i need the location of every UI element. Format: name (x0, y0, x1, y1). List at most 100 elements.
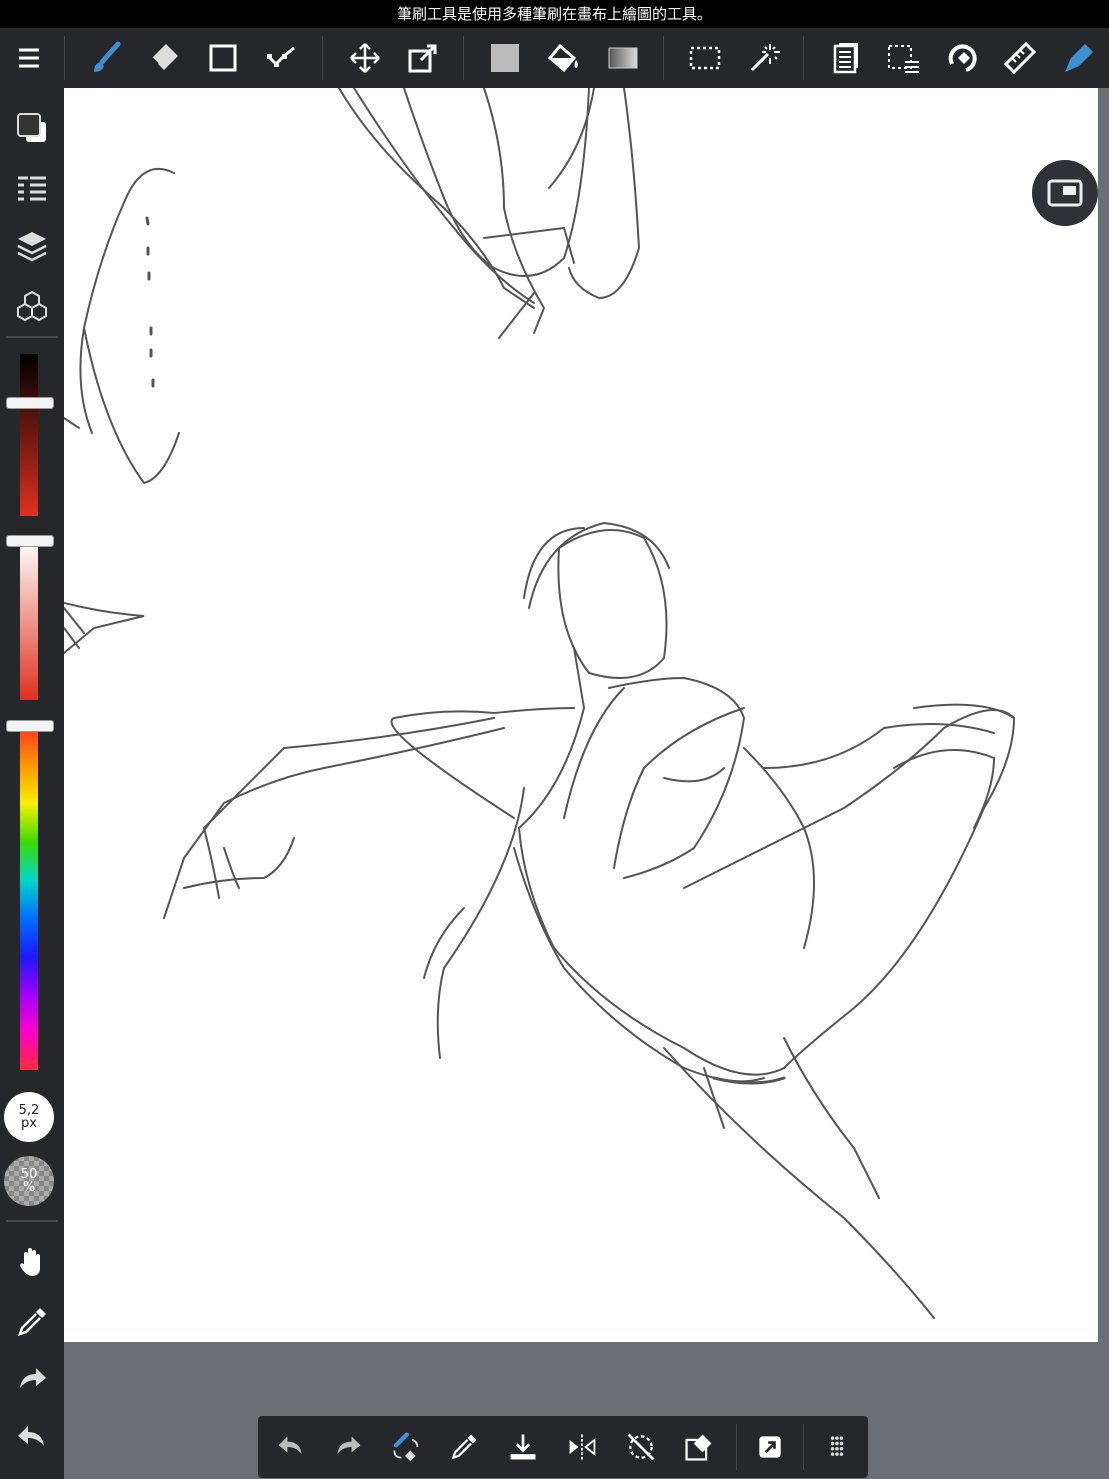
layers-icon (17, 232, 47, 262)
select-layer-button[interactable] (877, 28, 929, 88)
brush-size-unit: px (21, 1116, 37, 1131)
sketch-top-figure (338, 88, 641, 339)
window-icon (1047, 179, 1083, 207)
ruler-icon (1003, 41, 1037, 75)
gradient-tool-button[interactable] (597, 28, 649, 88)
share-button[interactable] (745, 1422, 795, 1472)
hue-slider-knob[interactable] (6, 720, 54, 732)
toolbar-divider (463, 36, 464, 80)
menu-icon (19, 48, 39, 68)
undo-icon (278, 1436, 302, 1455)
menu-button[interactable] (3, 28, 55, 88)
brush-opacity-unit: % (22, 1180, 36, 1195)
fill-color-icon (491, 44, 519, 72)
hand-tool-button[interactable] (6, 1236, 58, 1288)
lasso-fill-icon (948, 44, 977, 72)
brush-eraser-toggle-icon (393, 1432, 419, 1462)
move-tool-button[interactable] (339, 28, 391, 88)
hint-bar: 筆刷工具是使用多種筆刷在畫布上繪圖的工具。 (0, 0, 1109, 28)
redo-side-button[interactable] (6, 1354, 58, 1406)
select-tool-button[interactable] (679, 28, 731, 88)
color-swatch-icon (17, 113, 46, 142)
pen-icon (1065, 44, 1093, 72)
undo-button[interactable] (266, 1422, 316, 1472)
flip-icon (569, 1434, 596, 1460)
saturation-slider[interactable] (20, 540, 38, 700)
undo-side-button[interactable] (6, 1412, 58, 1464)
flip-canvas-button[interactable] (557, 1422, 607, 1472)
select-icon (689, 46, 721, 70)
layers-button[interactable] (6, 220, 58, 272)
toolbar-divider (64, 36, 65, 80)
transform-tool-button[interactable] (397, 28, 449, 88)
sidebar-divider (6, 1220, 58, 1222)
left-sidebar: 5,2 px 50 % (0, 88, 64, 1479)
materials-button[interactable] (6, 280, 58, 332)
clear-layer-button[interactable] (674, 1422, 724, 1472)
sketch-drawing (64, 88, 1016, 1319)
sketch-main-figure (163, 521, 1016, 1319)
hue-slider[interactable] (20, 728, 38, 1070)
save-button[interactable] (498, 1422, 548, 1472)
eraser-box-icon (685, 1434, 712, 1461)
redo-button[interactable] (323, 1422, 373, 1472)
toolbar-divider (803, 36, 804, 80)
eyedropper-bottom-button[interactable] (439, 1422, 489, 1472)
brush-tool-button[interactable] (80, 28, 132, 88)
bottom-divider (736, 1424, 737, 1470)
dots-grid-icon (830, 1436, 844, 1456)
sidebar-divider (6, 336, 58, 338)
fill-color-button[interactable] (479, 28, 531, 88)
ruler-tool-button[interactable] (994, 28, 1046, 88)
bucket-tool-button[interactable] (538, 28, 590, 88)
bucket-icon (547, 43, 578, 73)
saturation-slider-knob[interactable] (6, 535, 54, 547)
rotate-off-icon (627, 1433, 655, 1461)
gradient-icon (608, 47, 638, 69)
move-icon (350, 43, 380, 73)
layer-doc-button[interactable] (819, 28, 871, 88)
fullscreen-button[interactable] (1032, 160, 1098, 226)
eyedropper-button[interactable] (6, 1296, 58, 1348)
brush-opacity-button[interactable]: 50 % (4, 1156, 54, 1206)
hand-icon (20, 1248, 40, 1276)
dot-tool-button[interactable] (256, 28, 308, 88)
select-layer-icon (888, 45, 919, 73)
top-toolbar (0, 28, 1109, 88)
bottom-toolbar (258, 1416, 868, 1478)
shape-icon (209, 44, 237, 72)
drawing-canvas[interactable] (64, 88, 1098, 1342)
brush-eraser-toggle-button[interactable] (380, 1422, 430, 1472)
sketch-speech-shape (64, 168, 180, 654)
list-icon (18, 176, 46, 201)
brush-size-button[interactable]: 5,2 px (4, 1092, 54, 1142)
bottom-divider (803, 1424, 804, 1470)
cubes-icon (17, 290, 47, 322)
dot-icon (266, 46, 295, 67)
undo-icon (18, 1426, 44, 1446)
lasso-fill-button[interactable] (936, 28, 988, 88)
toolbar-divider (322, 36, 323, 80)
brush-list-button[interactable] (6, 162, 58, 214)
share-icon (759, 1436, 781, 1458)
eyedropper-icon (18, 1308, 46, 1336)
shape-tool-button[interactable] (197, 28, 249, 88)
eraser-tool-button[interactable] (138, 28, 190, 88)
color-swatch-button[interactable] (6, 102, 58, 154)
eraser-icon (151, 44, 178, 70)
eyedropper-icon (451, 1434, 477, 1460)
layers-doc-icon (833, 43, 858, 74)
magic-wand-button[interactable] (738, 28, 790, 88)
hint-text: 筆刷工具是使用多種筆刷在畫布上繪圖的工具。 (396, 5, 712, 23)
brightness-slider-knob[interactable] (6, 397, 54, 409)
brush-icon (94, 41, 121, 72)
rotate-reset-button[interactable] (616, 1422, 666, 1472)
redo-icon (20, 1368, 46, 1388)
toolbar-divider (663, 36, 664, 80)
download-icon (510, 1434, 536, 1460)
pen-tool-button[interactable] (1053, 28, 1105, 88)
transform-icon (408, 44, 437, 73)
redo-icon (337, 1436, 361, 1455)
more-options-button[interactable] (812, 1422, 862, 1472)
brightness-slider[interactable] (20, 354, 38, 516)
